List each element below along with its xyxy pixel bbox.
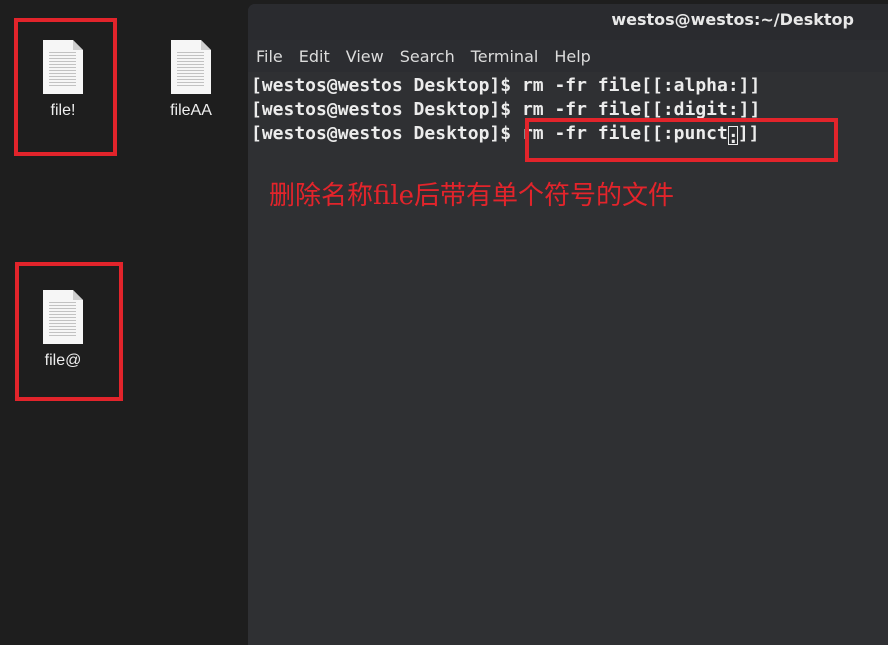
menu-view[interactable]: View (346, 47, 384, 66)
menu-edit[interactable]: Edit (299, 47, 330, 66)
desktop: file! fileAA file@ westos@westos:~/Deskt… (0, 0, 888, 645)
menu-help[interactable]: Help (554, 47, 590, 66)
desktop-icon-fileaa[interactable]: fileAA (146, 40, 236, 120)
command-text: rm -fr file[[:digit:]] (521, 99, 761, 120)
highlight-box-command (525, 118, 838, 162)
terminal-titlebar[interactable]: westos@westos:~/Desktop (248, 4, 888, 40)
shell-prompt: [westos@westos Desktop]$ (251, 75, 512, 96)
menu-search[interactable]: Search (400, 47, 455, 66)
highlight-box-file-at (15, 262, 123, 401)
annotation-text: 删除名称file后带有单个符号的文件 (269, 181, 675, 211)
menu-file[interactable]: File (256, 47, 283, 66)
terminal-menubar: File Edit View Search Terminal Help (248, 42, 888, 70)
shell-prompt: [westos@westos Desktop]$ (251, 99, 512, 120)
desktop-icon-label: fileAA (170, 102, 212, 119)
text-document-icon (171, 40, 211, 94)
menu-terminal[interactable]: Terminal (471, 47, 539, 66)
terminal-window[interactable]: westos@westos:~/Desktop File Edit View S… (248, 4, 888, 645)
window-title: westos@westos:~/Desktop (611, 10, 854, 29)
highlight-box-file-bang (14, 18, 117, 156)
shell-prompt: [westos@westos Desktop]$ (251, 123, 512, 144)
terminal-line: [westos@westos Desktop]$ rm -fr file[[:a… (251, 74, 888, 98)
command-text: rm -fr file[[:alpha:]] (521, 75, 761, 96)
